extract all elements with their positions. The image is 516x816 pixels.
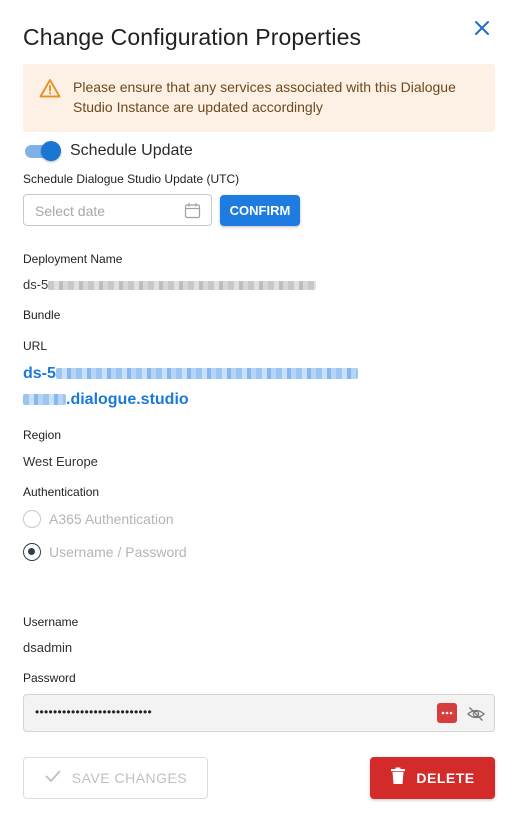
url-link-line-2[interactable]: .dialogue.studio (23, 391, 189, 409)
schedule-update-toggle[interactable] (23, 140, 61, 162)
alert-message: Please ensure that any services associat… (73, 79, 456, 115)
password-field[interactable]: •••••••••••••••••••••••••• (23, 694, 495, 732)
redacted-url (23, 394, 66, 406)
radio-username-password[interactable]: Username / Password (23, 543, 187, 561)
bundle-label: Bundle (23, 308, 61, 322)
warning-icon (39, 78, 61, 98)
password-manager-icon[interactable] (437, 703, 457, 723)
date-input[interactable]: Select date (23, 194, 212, 226)
password-label: Password (23, 671, 76, 685)
deployment-name-label: Deployment Name (23, 252, 123, 266)
close-icon[interactable] (472, 18, 492, 38)
url-link-line-1[interactable]: ds-5 (23, 365, 358, 383)
date-placeholder: Select date (35, 203, 106, 219)
password-masked-value: •••••••••••••••••••••••••• (35, 705, 153, 719)
radio-a365-authentication[interactable]: A365 Authentication (23, 510, 174, 528)
schedule-field-label: Schedule Dialogue Studio Update (UTC) (23, 172, 240, 186)
deployment-name-value: ds-5 (23, 277, 317, 292)
url-prefix: ds-5 (23, 365, 56, 382)
radio-circle (23, 510, 41, 528)
confirm-button[interactable]: CONFIRM (220, 195, 300, 226)
username-label: Username (23, 615, 79, 629)
region-label: Region (23, 428, 62, 442)
save-changes-button[interactable]: SAVE CHANGES (23, 757, 208, 799)
dialog-title: Change Configuration Properties (23, 24, 362, 50)
username-value: dsadmin (23, 640, 73, 655)
eye-off-icon[interactable] (466, 704, 486, 724)
radio-circle-selected (23, 543, 41, 561)
trash-icon (390, 767, 406, 790)
check-icon (44, 767, 62, 790)
schedule-update-toggle-row: Schedule Update (23, 140, 193, 162)
delete-label: DELETE (416, 770, 475, 786)
schedule-update-label: Schedule Update (70, 142, 193, 159)
region-value: West Europe (23, 454, 98, 469)
warning-alert: Please ensure that any services associat… (23, 64, 495, 132)
radio-label: A365 Authentication (49, 511, 174, 527)
radio-label: Username / Password (49, 544, 187, 560)
calendar-icon[interactable] (184, 202, 201, 219)
url-label: URL (23, 339, 48, 353)
redacted-url (55, 368, 358, 380)
url-suffix: .dialogue.studio (66, 391, 189, 408)
toggle-knob (41, 141, 61, 161)
deployment-name-prefix: ds-5 (23, 277, 49, 292)
redacted-text (48, 281, 317, 291)
authentication-label: Authentication (23, 485, 100, 499)
save-changes-label: SAVE CHANGES (71, 770, 188, 786)
delete-button[interactable]: DELETE (370, 757, 495, 799)
